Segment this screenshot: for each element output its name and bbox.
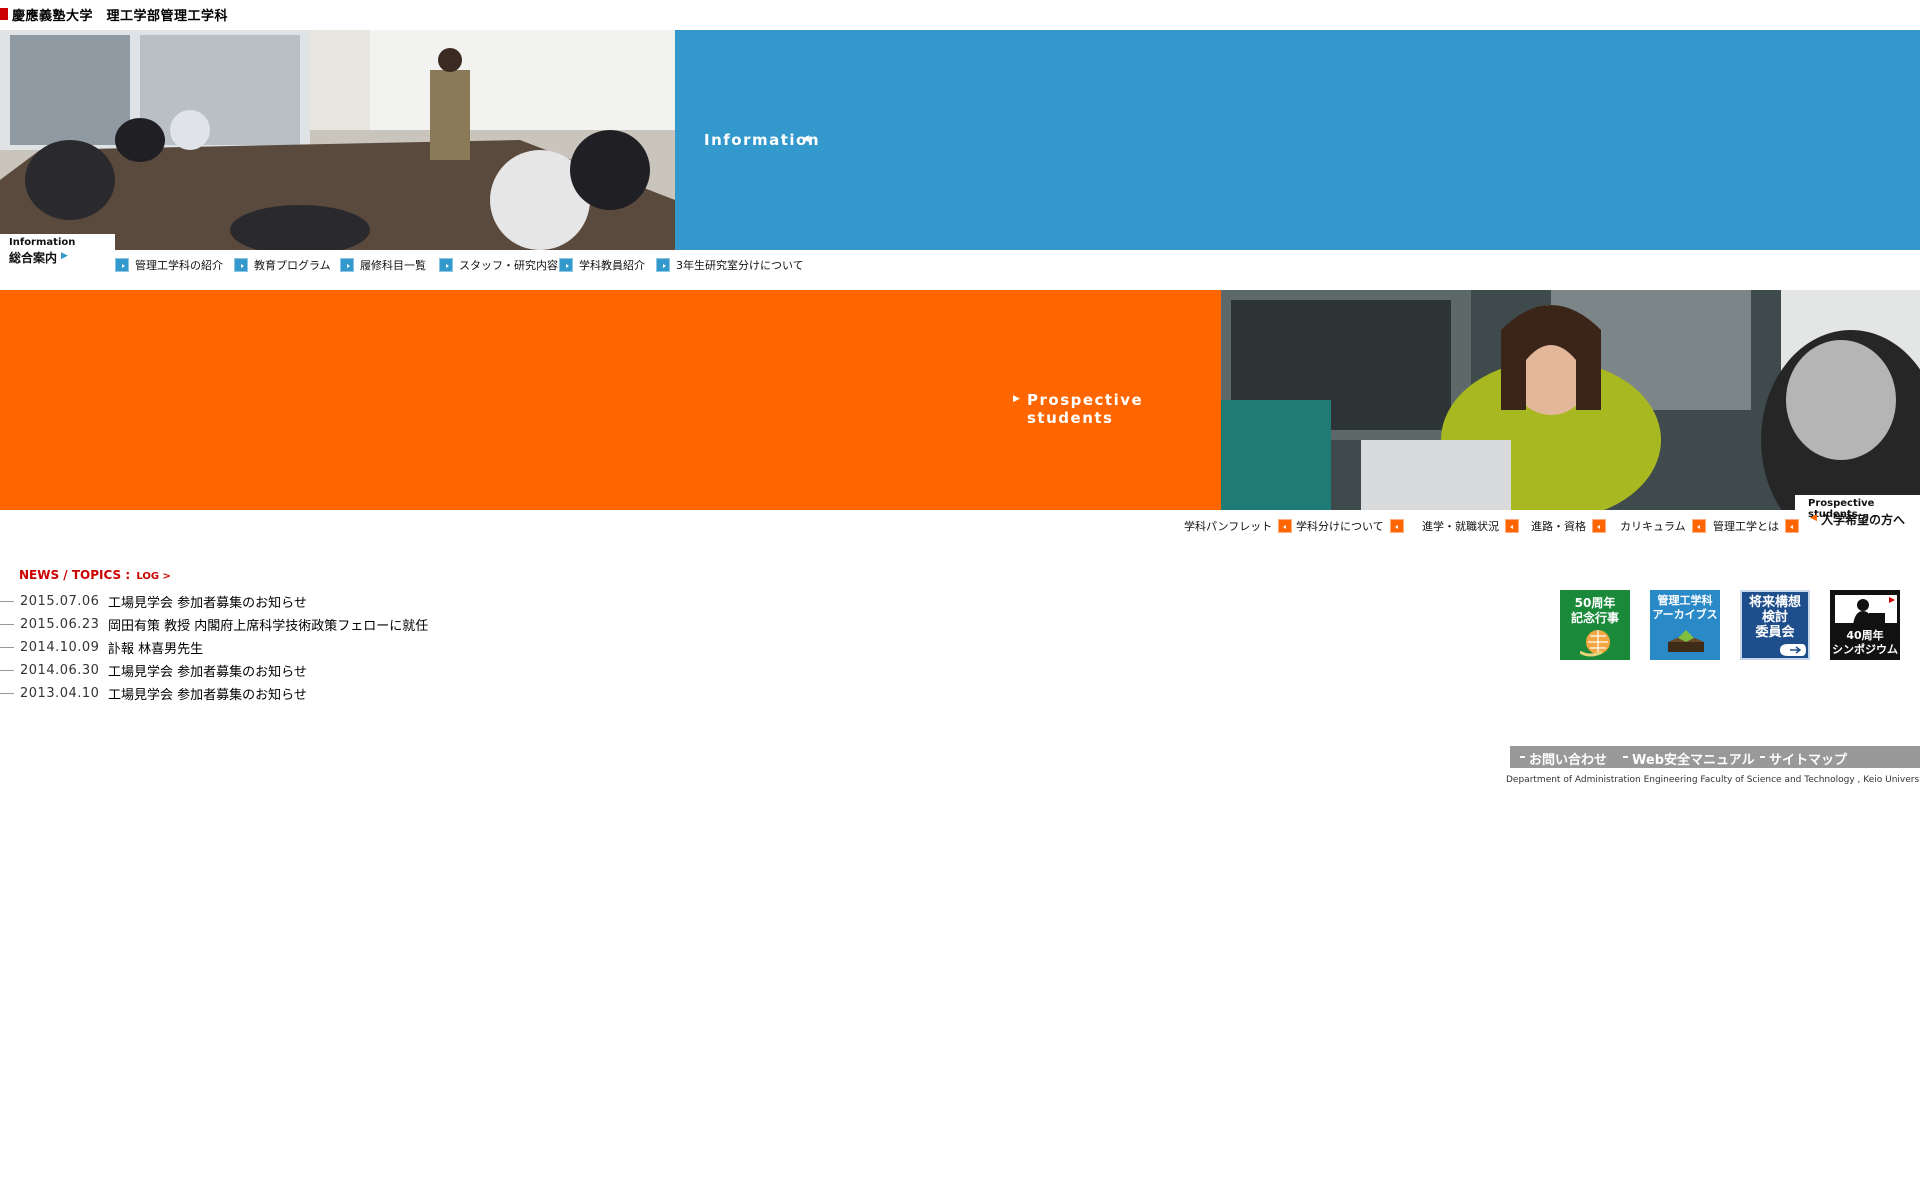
news-heading-label: NEWS / TOPICS :	[19, 568, 131, 582]
pros-nav-label: 学科パンフレット	[1184, 520, 1273, 533]
arrow-left-icon	[1785, 519, 1799, 533]
pros-nav-label: 学科分けについて	[1296, 520, 1384, 533]
arrow-right-icon	[340, 258, 354, 272]
footer-nav: お問い合わせ Web安全マニュアル サイトマップ	[1510, 746, 1920, 768]
news-title[interactable]: 工場見学会 参加者募集のお知らせ	[108, 592, 307, 611]
pros-nav-item-pamphlet[interactable]: 学科パンフレット	[1184, 518, 1293, 534]
prospective-tag-jp: 入学希望の方へ	[1821, 513, 1906, 527]
prospective-band[interactable]: ▶ Prospective students	[0, 290, 1221, 510]
info-nav-item-lab-assignment[interactable]: 3年生研究室分けについて	[656, 257, 804, 273]
info-nav-label: 履修科目一覧	[360, 259, 426, 272]
banner-future-planning-committee[interactable]: 将来構想 検討 委員会	[1740, 590, 1810, 660]
archive-box-icon	[1668, 630, 1704, 652]
classroom-photo	[0, 30, 675, 250]
news-date: 2014.06.30	[20, 663, 100, 678]
footer-web-safety-link[interactable]: Web安全マニュアル	[1632, 749, 1755, 768]
arrow-right-icon	[656, 258, 670, 272]
arrow-left-icon	[1505, 519, 1519, 533]
dash-icon	[0, 647, 14, 648]
prospective-band-label: Prospective students	[1027, 391, 1144, 427]
news-date: 2015.06.23	[20, 617, 100, 632]
brand-mark	[0, 8, 8, 20]
prospective-nav: 学科パンフレット 学科分けについて 進学・就職状況 進路・資格 カリキュラム 管…	[1170, 514, 1820, 538]
news-date: 2013.04.10	[20, 686, 100, 701]
pros-nav-label: 管理工学とは	[1713, 520, 1779, 533]
news-item[interactable]: 2014.10.09 訃報 林喜男先生	[0, 636, 700, 659]
info-nav-item-staff-research[interactable]: スタッフ・研究内容	[439, 257, 558, 273]
info-nav-label: 3年生研究室分けについて	[676, 259, 804, 272]
dash-icon	[0, 670, 14, 671]
pros-nav-label: 進学・就職状況	[1422, 520, 1499, 533]
banner-line: アーカイブス	[1652, 608, 1718, 621]
info-nav-item-faculty[interactable]: 学科教員紹介	[559, 257, 645, 273]
arrow-right-icon	[439, 258, 453, 272]
pros-nav-item-department-assignment[interactable]: 学科分けについて	[1296, 518, 1404, 534]
info-nav-item-course-list[interactable]: 履修科目一覧	[340, 257, 426, 273]
footer-department-text: Department of Administration Engineering…	[1506, 775, 1920, 785]
news-title[interactable]: 工場見学会 参加者募集のお知らせ	[108, 661, 307, 680]
news-item[interactable]: 2015.07.06 工場見学会 参加者募集のお知らせ	[0, 590, 700, 613]
dash-icon	[1760, 756, 1765, 758]
dash-icon	[0, 693, 14, 694]
news-list: 2015.07.06 工場見学会 参加者募集のお知らせ 2015.06.23 岡…	[0, 590, 700, 705]
news-title[interactable]: 工場見学会 参加者募集のお知らせ	[108, 684, 307, 703]
arrow-right-icon	[559, 258, 573, 272]
banner-line: 記念行事	[1570, 611, 1619, 625]
info-nav-label: 学科教員紹介	[579, 259, 645, 272]
pros-nav-item-qualifications[interactable]: 進路・資格	[1531, 518, 1606, 534]
globe-icon	[1580, 630, 1610, 657]
arrow-right-icon	[234, 258, 248, 272]
student-photo	[1221, 290, 1920, 510]
info-nav-item-education-program[interactable]: 教育プログラム	[234, 257, 331, 273]
dash-icon	[0, 601, 14, 602]
footer-contact-link[interactable]: お問い合わせ	[1529, 749, 1607, 768]
banner-line: 検討	[1761, 610, 1788, 625]
banner-40th-symposium[interactable]: 40周年 シンポジウム	[1830, 590, 1900, 660]
banner-line: 40周年	[1846, 629, 1884, 642]
information-tag-en: Information	[9, 237, 76, 248]
pros-nav-item-about[interactable]: 管理工学とは	[1713, 518, 1799, 534]
pros-nav-item-curriculum[interactable]: カリキュラム	[1620, 518, 1706, 534]
dash-icon	[0, 624, 14, 625]
news-title[interactable]: 岡田有策 教授 内閣府上席科学技術政策フェローに就任	[108, 615, 428, 634]
pros-nav-label: 進路・資格	[1531, 520, 1586, 533]
news-log-link[interactable]: LOG >	[136, 571, 171, 582]
arrow-left-icon	[1691, 519, 1706, 533]
pros-nav-item-career-status[interactable]: 進学・就職状況	[1422, 518, 1519, 534]
info-nav-label: 教育プログラム	[254, 259, 331, 272]
banner-line: 管理工学科	[1657, 594, 1713, 607]
dash-icon	[1623, 756, 1628, 758]
information-band[interactable]: Information ◀	[675, 30, 1920, 250]
info-nav-label: 管理工学科の紹介	[135, 259, 223, 272]
info-nav-label: スタッフ・研究内容	[459, 259, 558, 272]
arrow-right-icon	[115, 258, 129, 272]
arrow-left-icon	[1592, 519, 1606, 533]
news-heading: NEWS / TOPICS : LOG >	[19, 568, 171, 582]
banner-line: 将来構想	[1748, 595, 1801, 610]
banner-50th-anniversary[interactable]: 50周年 記念行事	[1560, 590, 1630, 660]
banner-line: 委員会	[1755, 625, 1795, 640]
site-header: 慶應義塾大学 理工学部管理工学科	[0, 0, 1920, 30]
news-title[interactable]: 訃報 林喜男先生	[108, 638, 203, 657]
news-item[interactable]: 2013.04.10 工場見学会 参加者募集のお知らせ	[0, 682, 700, 705]
news-date: 2014.10.09	[20, 640, 100, 655]
site-title[interactable]: 慶應義塾大学 理工学部管理工学科	[12, 5, 228, 24]
information-nav: 管理工学科の紹介 教育プログラム 履修科目一覧 スタッフ・研究内容 学科教員紹介…	[0, 250, 820, 280]
news-item[interactable]: 2015.06.23 岡田有策 教授 内閣府上席科学技術政策フェローに就任	[0, 613, 700, 636]
banner-line: シンポジウム	[1832, 643, 1898, 656]
news-date: 2015.07.06	[20, 594, 100, 609]
speech-arrow-icon	[1780, 644, 1806, 656]
banner-line: 50周年	[1574, 596, 1616, 610]
news-item[interactable]: 2014.06.30 工場見学会 参加者募集のお知らせ	[0, 659, 700, 682]
dash-icon	[1520, 756, 1525, 758]
arrow-left-icon	[1278, 519, 1293, 533]
footer-sitemap-link[interactable]: サイトマップ	[1769, 749, 1847, 768]
pros-nav-label: カリキュラム	[1620, 520, 1686, 533]
banner-archives[interactable]: 管理工学科 アーカイブス	[1650, 590, 1720, 660]
arrow-left-icon	[1389, 519, 1404, 533]
arrow-right-icon: ▶	[1013, 394, 1020, 404]
info-nav-item-introduction[interactable]: 管理工学科の紹介	[115, 257, 223, 273]
arrow-left-icon: ◀	[802, 134, 809, 144]
